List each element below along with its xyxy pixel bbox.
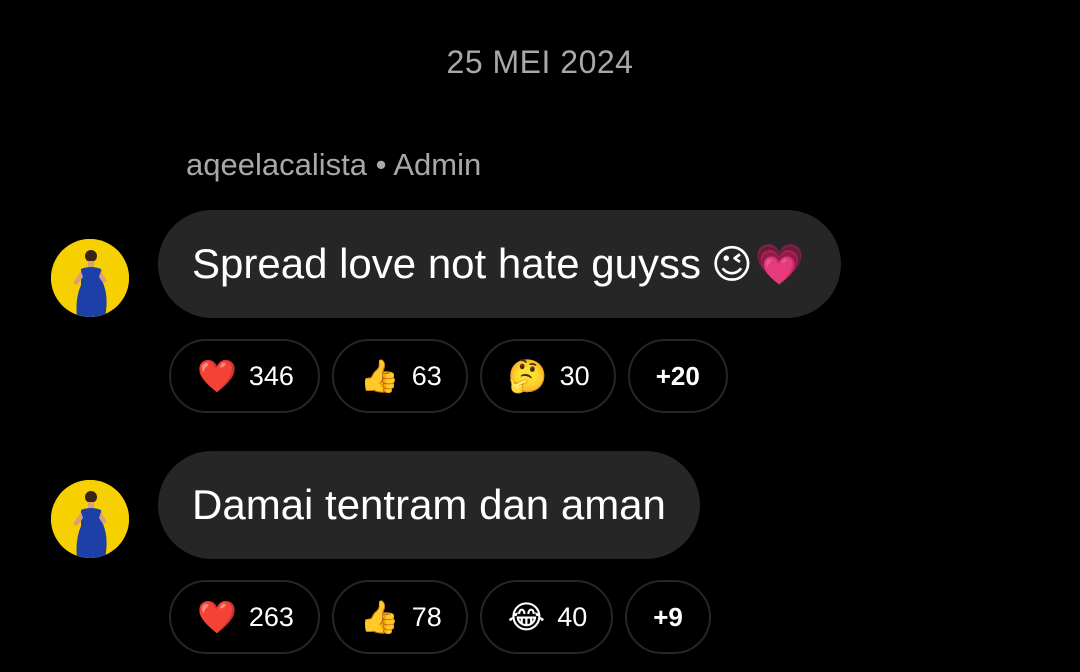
reaction-count: 346 bbox=[248, 360, 294, 391]
more-reactions-button[interactable]: +20 bbox=[627, 339, 728, 413]
message-text: Damai tentram dan aman bbox=[192, 481, 666, 528]
sender-name[interactable]: aqeelacalista bbox=[186, 147, 367, 182]
avatar-image bbox=[51, 239, 129, 317]
avatar[interactable] bbox=[51, 480, 129, 558]
message-bubble[interactable]: Spread love not hate guyss 😉💗 bbox=[158, 210, 841, 318]
message-text: Spread love not hate guyss bbox=[192, 240, 702, 287]
message-bubble[interactable]: Damai tentram dan aman bbox=[158, 451, 700, 559]
thinking-face-icon: 🤔 bbox=[507, 358, 548, 394]
thumbs-up-icon: 👍 bbox=[359, 599, 400, 635]
reaction-tears-of-joy[interactable]: 😂 40 bbox=[479, 580, 614, 654]
heart-icon: ❤️ bbox=[197, 358, 237, 394]
avatar-image bbox=[51, 480, 129, 558]
reaction-count: 263 bbox=[248, 601, 294, 632]
reaction-bar: ❤️ 263 👍 78 😂 40 +9 bbox=[169, 580, 711, 654]
avatar[interactable] bbox=[51, 239, 129, 317]
sender-label[interactable]: aqeelacalista • Admin bbox=[186, 147, 481, 183]
reaction-thumbs-up[interactable]: 👍 78 bbox=[331, 580, 468, 654]
reaction-thinking[interactable]: 🤔 30 bbox=[479, 339, 616, 413]
reaction-thumbs-up[interactable]: 👍 63 bbox=[331, 339, 468, 413]
thumbs-up-icon: 👍 bbox=[359, 358, 400, 394]
reaction-count: 40 bbox=[557, 601, 588, 632]
reaction-count: 30 bbox=[559, 360, 590, 391]
sender-separator: • bbox=[375, 147, 387, 182]
tears-of-joy-icon: 😂 bbox=[507, 599, 546, 635]
reaction-heart[interactable]: ❤️ 263 bbox=[169, 580, 320, 654]
reaction-bar: ❤️ 346 👍 63 🤔 30 +20 bbox=[169, 339, 728, 413]
sender-role: Admin bbox=[393, 147, 482, 182]
reaction-heart[interactable]: ❤️ 346 bbox=[169, 339, 320, 413]
reaction-count: 63 bbox=[411, 360, 442, 391]
heart-icon: ❤️ bbox=[197, 599, 237, 635]
reaction-count: 78 bbox=[411, 601, 442, 632]
message-emojis: 😉💗 bbox=[711, 242, 807, 287]
date-separator: 25 MEI 2024 bbox=[446, 44, 634, 80]
more-reactions-button[interactable]: +9 bbox=[625, 580, 711, 654]
